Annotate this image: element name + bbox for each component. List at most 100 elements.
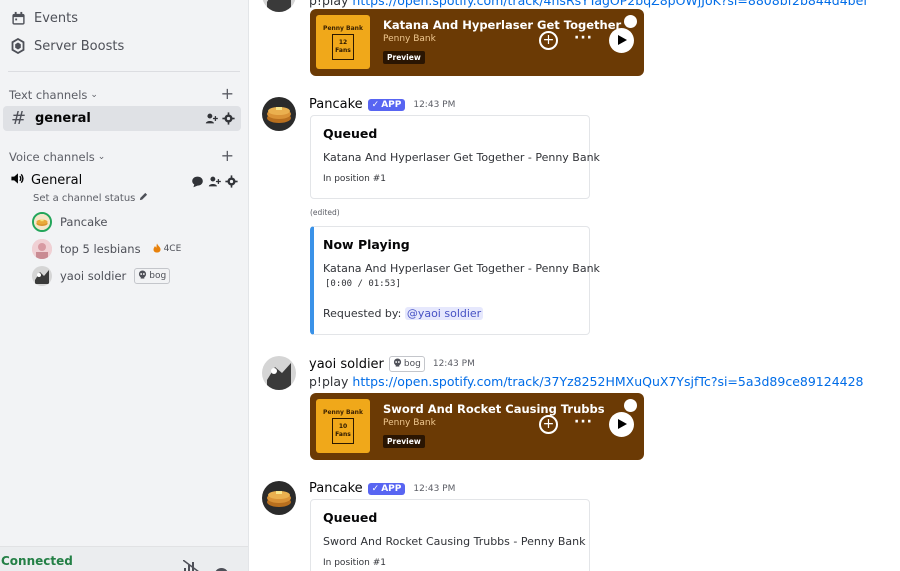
voice-channels-category[interactable]: Voice channels ⌄ bbox=[9, 150, 105, 164]
album-art[interactable]: Penny Bank 10 Fans bbox=[316, 399, 370, 453]
invite-members-icon[interactable] bbox=[208, 173, 221, 192]
track-artist[interactable]: Penny Bank bbox=[383, 34, 436, 44]
requested-by-label: Requested by: bbox=[323, 307, 402, 320]
embed-track: Sword And Rocket Causing Trubbs - Penny … bbox=[323, 535, 586, 548]
text-category-label: Text channels bbox=[9, 88, 88, 102]
embed-requested: Requested by: @yaoi soldier bbox=[323, 307, 484, 320]
embed-title: Queued bbox=[323, 510, 378, 525]
connected-status: Connected bbox=[1, 554, 73, 568]
create-text-channel-plus-icon[interactable]: + bbox=[221, 86, 234, 102]
signal-icon[interactable] bbox=[182, 559, 200, 571]
app-badge-label: APP bbox=[381, 483, 402, 494]
voice-user-pancake[interactable]: Pancake bbox=[32, 211, 107, 233]
embed-position: In position #1 bbox=[323, 174, 386, 184]
message-header: Pancake ✓ APP 12:43 PM bbox=[309, 97, 455, 112]
embed-track: Katana And Hyperlaser Get Together - Pen… bbox=[323, 262, 600, 275]
pencil-icon bbox=[139, 192, 148, 204]
add-plus-icon[interactable]: + bbox=[539, 415, 558, 434]
play-button[interactable] bbox=[609, 28, 634, 53]
speaker-icon bbox=[10, 171, 25, 190]
chevron-down-icon: ⌄ bbox=[90, 90, 98, 100]
skull-icon bbox=[393, 358, 402, 370]
edited-label: (edited) bbox=[310, 208, 340, 217]
chat-area: p!play https://open.spotify.com/track/4n… bbox=[249, 0, 900, 571]
voice-channel-name: General bbox=[31, 172, 83, 188]
track-title[interactable]: Sword And Rocket Causing Trubbs bbox=[383, 402, 605, 416]
create-voice-channel-plus-icon[interactable]: + bbox=[221, 148, 234, 164]
more-options-icon[interactable]: ··· bbox=[574, 30, 593, 46]
voice-channel-general[interactable]: General bbox=[10, 170, 240, 190]
avatar bbox=[262, 97, 296, 131]
invite-members-icon[interactable] bbox=[205, 110, 218, 129]
skull-icon bbox=[138, 270, 147, 282]
set-channel-status[interactable]: Set a channel status bbox=[33, 192, 148, 204]
boost-gem-icon bbox=[10, 38, 26, 54]
app-badge-label: APP bbox=[381, 99, 402, 110]
album-art-box: 10 Fans bbox=[332, 417, 354, 444]
checkmark-icon: ✓ bbox=[371, 483, 380, 494]
album-art-box: 12 Fans bbox=[332, 33, 354, 60]
timestamp: 12:43 PM bbox=[413, 99, 456, 110]
track-artist[interactable]: Penny Bank bbox=[383, 418, 436, 428]
user-mention[interactable]: @yaoi soldier bbox=[404, 307, 484, 320]
voice-category-label: Voice channels bbox=[9, 150, 95, 164]
text-channels-category[interactable]: Text channels ⌄ bbox=[9, 88, 98, 102]
album-art-count: 12 bbox=[338, 39, 348, 47]
avatar bbox=[262, 481, 296, 515]
add-plus-icon[interactable]: + bbox=[539, 31, 558, 50]
chevron-down-icon: ⌄ bbox=[97, 152, 106, 162]
spotify-logo-icon[interactable] bbox=[624, 399, 637, 412]
calendar-icon bbox=[10, 10, 26, 26]
album-art-fans: Fans bbox=[335, 430, 351, 438]
spotify-link[interactable]: https://open.spotify.com/track/4nsRsYTag… bbox=[352, 0, 867, 8]
voice-user-name: yaoi soldier bbox=[60, 269, 127, 283]
timestamp: 12:43 PM bbox=[413, 483, 456, 494]
channel-name: general bbox=[35, 111, 91, 126]
spotify-embed: Penny Bank 12 Fans Katana And Hyperlaser… bbox=[310, 9, 644, 76]
channel-status-label: Set a channel status bbox=[33, 192, 136, 204]
avatar bbox=[32, 239, 52, 259]
album-art-count: 10 bbox=[338, 423, 348, 431]
spotify-link[interactable]: https://open.spotify.com/track/37Yz8252H… bbox=[352, 374, 863, 389]
disconnect-icon[interactable] bbox=[213, 564, 230, 571]
server-boosts-item[interactable]: Server Boosts bbox=[8, 33, 240, 59]
message-text: p!play https://open.spotify.com/track/37… bbox=[309, 374, 864, 389]
play-button[interactable] bbox=[609, 412, 634, 437]
channel-sidebar: Events Server Boosts Text channels ⌄ + #… bbox=[0, 0, 249, 571]
album-art-artist: Penny Bank bbox=[323, 24, 363, 32]
username[interactable]: yaoi soldier bbox=[309, 357, 384, 372]
gear-icon[interactable] bbox=[225, 173, 238, 192]
voice-user-yaoi-soldier[interactable]: yaoi soldier bog bbox=[32, 265, 171, 287]
events-label: Events bbox=[34, 10, 79, 26]
more-options-icon[interactable]: ··· bbox=[574, 414, 593, 430]
embed-track: Katana And Hyperlaser Get Together - Pen… bbox=[323, 151, 600, 164]
avatar bbox=[32, 266, 52, 286]
command-text: p!play bbox=[309, 0, 349, 8]
embed-title: Queued bbox=[323, 126, 378, 141]
avatar bbox=[262, 356, 296, 390]
voice-user-name: Pancake bbox=[60, 215, 108, 229]
message-text: p!play https://open.spotify.com/track/4n… bbox=[309, 0, 868, 8]
gear-icon[interactable] bbox=[222, 110, 235, 129]
embed-position: In position #1 bbox=[323, 558, 386, 568]
guild-tag-text: bog bbox=[149, 271, 167, 281]
username[interactable]: Pancake bbox=[309, 481, 363, 496]
voice-user-top-5-lesbians[interactable]: top 5 lesbians 4CE bbox=[32, 238, 184, 260]
album-art-artist: Penny Bank bbox=[323, 408, 363, 416]
album-art[interactable]: Penny Bank 12 Fans bbox=[316, 15, 370, 69]
spotify-embed: Penny Bank 10 Fans Sword And Rocket Caus… bbox=[310, 393, 644, 460]
message-header: yaoi soldier bog 12:43 PM bbox=[309, 356, 475, 372]
flame-icon bbox=[152, 243, 162, 256]
spotify-logo-icon[interactable] bbox=[624, 15, 637, 28]
embed-progress: [0:00 / 01:53] bbox=[325, 279, 401, 289]
command-text: p!play bbox=[309, 374, 349, 389]
username[interactable]: Pancake bbox=[309, 97, 363, 112]
channel-general[interactable]: # general bbox=[3, 106, 241, 131]
chat-bubble-icon[interactable] bbox=[191, 173, 204, 192]
timestamp: 12:43 PM bbox=[432, 359, 475, 369]
guild-tag-text: bog bbox=[403, 359, 421, 369]
now-playing-embed: Now Playing Katana And Hyperlaser Get To… bbox=[310, 226, 600, 335]
voice-connection-panel: Connected bbox=[0, 546, 248, 571]
events-item[interactable]: Events bbox=[8, 5, 240, 31]
queued-embed: Queued Katana And Hyperlaser Get Togethe… bbox=[310, 115, 600, 199]
